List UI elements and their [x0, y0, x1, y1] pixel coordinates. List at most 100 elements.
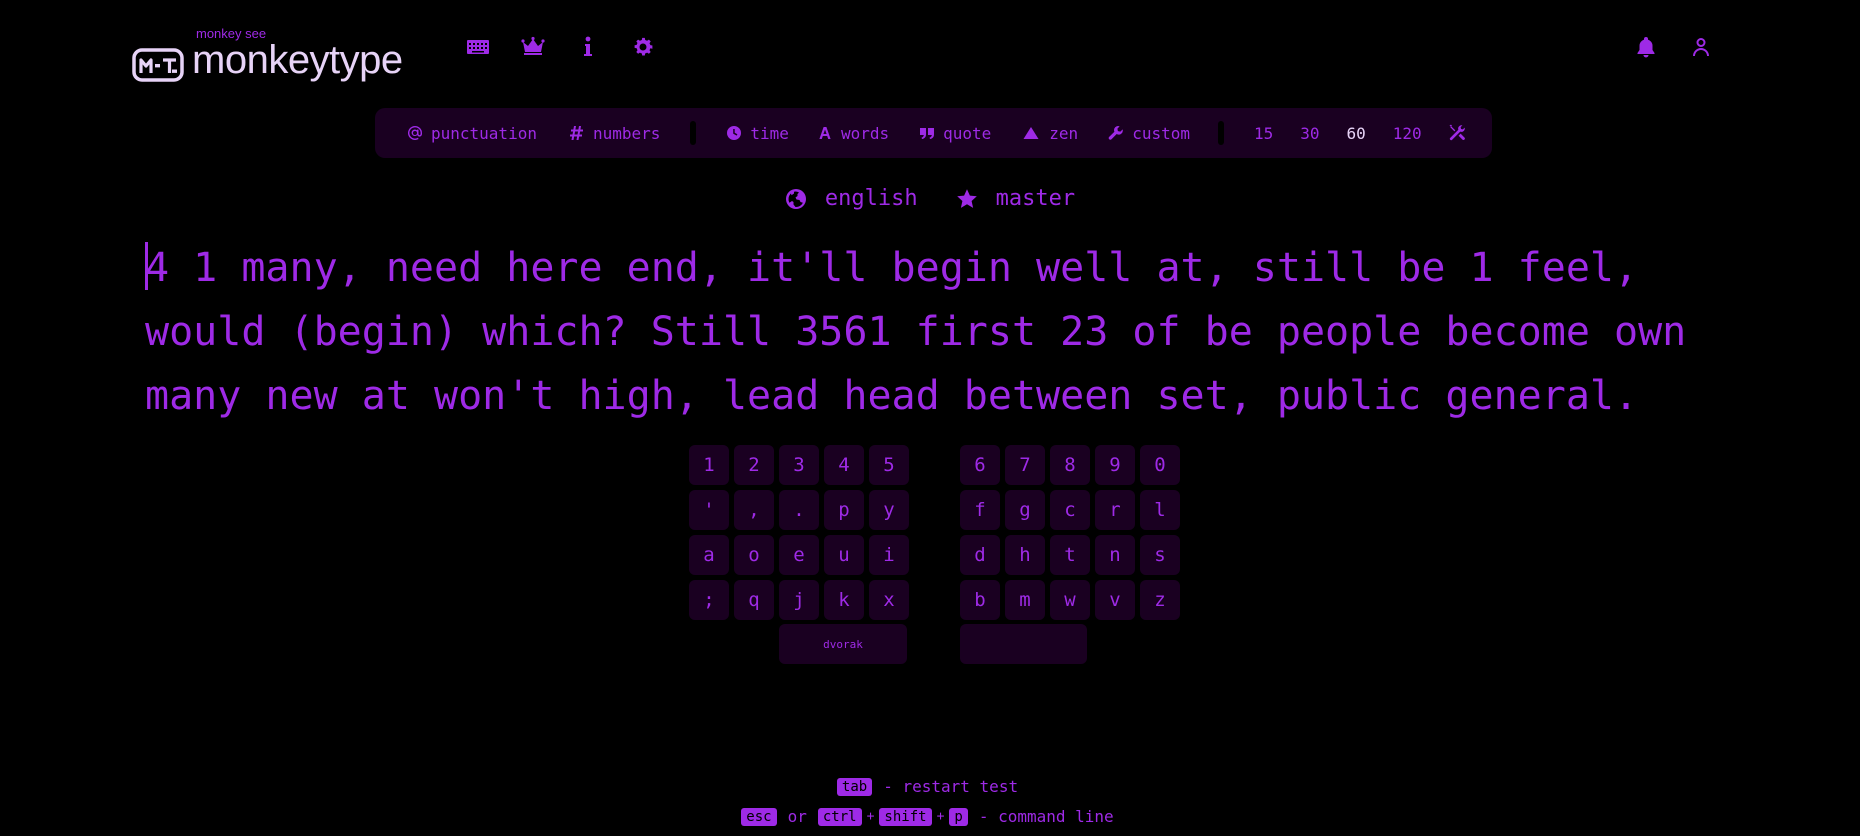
- keymap-key: c: [1050, 490, 1090, 530]
- tools-icon: [1449, 124, 1465, 141]
- keymap-key: l: [1140, 490, 1180, 530]
- clock-icon: [727, 126, 742, 140]
- mode-quote-label: quote: [943, 123, 992, 143]
- keymap-key: 9: [1095, 445, 1135, 485]
- gear-icon[interactable]: [615, 32, 670, 62]
- keymap-key: ,: [734, 490, 774, 530]
- config-divider: [1217, 121, 1224, 145]
- globe-icon: [785, 188, 806, 209]
- shift-key: shift: [879, 807, 932, 826]
- words-line: 4 1 many, need here end, it'll begin wel…: [145, 245, 1639, 291]
- mountain-icon: [1023, 127, 1039, 139]
- test-info-row: english master: [0, 186, 1860, 211]
- mode-custom[interactable]: custom: [1108, 124, 1190, 143]
- keyboard-icon[interactable]: [450, 32, 505, 62]
- keymap-key: v: [1095, 580, 1135, 620]
- plus-sign: +: [866, 809, 875, 824]
- top-nav-right: [1618, 32, 1728, 62]
- keymap-key: o: [734, 535, 774, 575]
- esc-key: esc: [741, 807, 777, 826]
- language-label: english: [824, 186, 918, 211]
- keymap-key: 0: [1140, 445, 1180, 485]
- star-icon: [956, 188, 977, 208]
- mode-zen[interactable]: zen: [1021, 124, 1078, 143]
- keymap-key: 1: [689, 445, 729, 485]
- time-30[interactable]: 30: [1300, 124, 1319, 143]
- keymap-key: i: [869, 535, 909, 575]
- font-icon: [819, 127, 831, 139]
- keymap-key: u: [824, 535, 864, 575]
- caret: [145, 242, 148, 290]
- restart-hint-text: - restart test: [883, 777, 1019, 796]
- keymap-key: m: [1005, 580, 1045, 620]
- keymap-key: b: [960, 580, 1000, 620]
- keymap-key: n: [1095, 535, 1135, 575]
- punctuation-label: punctuation: [431, 123, 537, 143]
- mode-words[interactable]: words: [817, 124, 889, 143]
- keymap-space-left: dvorak: [779, 624, 907, 664]
- config-divider: [690, 121, 697, 145]
- mode-time[interactable]: time: [726, 124, 789, 143]
- time-60[interactable]: 60: [1347, 124, 1366, 143]
- keymap-key: s: [1140, 535, 1180, 575]
- keymap-key: x: [869, 580, 909, 620]
- keymap-key: 4: [824, 445, 864, 485]
- keymap-key: j: [779, 580, 819, 620]
- plus-sign: +: [936, 809, 945, 824]
- difficulty-button[interactable]: master: [956, 186, 1075, 211]
- user-icon[interactable]: [1673, 32, 1728, 62]
- keymap-key: h: [1005, 535, 1045, 575]
- keymap-key: ': [689, 490, 729, 530]
- keymap-key: ;: [689, 580, 729, 620]
- keymap-space-right: [960, 624, 1087, 664]
- mode-custom-label: custom: [1132, 123, 1190, 143]
- test-config-bar: punctuation numbers time words quote zen…: [375, 108, 1492, 158]
- words-line: would (begin) which? Still 3561 first 23…: [145, 309, 1687, 355]
- quote-icon: [920, 128, 935, 139]
- keymap-key: g: [1005, 490, 1045, 530]
- words-line: many new at won't high, lead head betwee…: [145, 373, 1639, 419]
- mode-words-label: words: [840, 123, 890, 143]
- custom-time-button[interactable]: [1448, 124, 1466, 142]
- mode-time-label: time: [750, 123, 789, 143]
- logo-subtitle: monkey see: [196, 26, 267, 41]
- ctrl-key: ctrl: [817, 807, 862, 826]
- language-button[interactable]: english: [785, 186, 918, 211]
- difficulty-label: master: [995, 186, 1076, 211]
- keymap-key: 2: [734, 445, 774, 485]
- keymap-key: 3: [779, 445, 819, 485]
- keymap-key: e: [779, 535, 819, 575]
- p-key: p: [949, 807, 968, 826]
- keymap-key: q: [734, 580, 774, 620]
- at-icon: [407, 126, 422, 140]
- wrench-icon: [1108, 126, 1123, 140]
- command-line-hint: esc or ctrl + shift + p - command line: [0, 807, 1860, 826]
- header: monkey see monkeytype: [132, 16, 1728, 82]
- restart-hint: tab - restart test: [0, 777, 1860, 796]
- keymap-key: f: [960, 490, 1000, 530]
- mode-quote[interactable]: quote: [919, 124, 991, 143]
- tab-key: tab: [836, 777, 873, 796]
- keymap-key: y: [869, 490, 909, 530]
- words-area[interactable]: 4 1 many, need here end, it'll begin wel…: [145, 236, 1765, 428]
- keymap-key: .: [779, 490, 819, 530]
- keymap-key: 6: [960, 445, 1000, 485]
- keymap-key: a: [689, 535, 729, 575]
- keymap-key: z: [1140, 580, 1180, 620]
- info-icon[interactable]: [560, 32, 615, 62]
- punctuation-toggle[interactable]: punctuation: [407, 124, 537, 143]
- keymap-key: t: [1050, 535, 1090, 575]
- time-120[interactable]: 120: [1393, 124, 1422, 143]
- hash-icon: [569, 126, 583, 140]
- time-15[interactable]: 15: [1254, 124, 1273, 143]
- crown-icon[interactable]: [505, 32, 560, 62]
- logo[interactable]: monkey see monkeytype: [132, 26, 403, 82]
- numbers-toggle[interactable]: numbers: [569, 124, 660, 143]
- numbers-label: numbers: [592, 123, 661, 143]
- keymap-key: w: [1050, 580, 1090, 620]
- mode-zen-label: zen: [1049, 123, 1079, 143]
- keymap-key: k: [824, 580, 864, 620]
- keymap-key: 5: [869, 445, 909, 485]
- or-text: or: [787, 807, 807, 826]
- bell-icon[interactable]: [1618, 32, 1673, 62]
